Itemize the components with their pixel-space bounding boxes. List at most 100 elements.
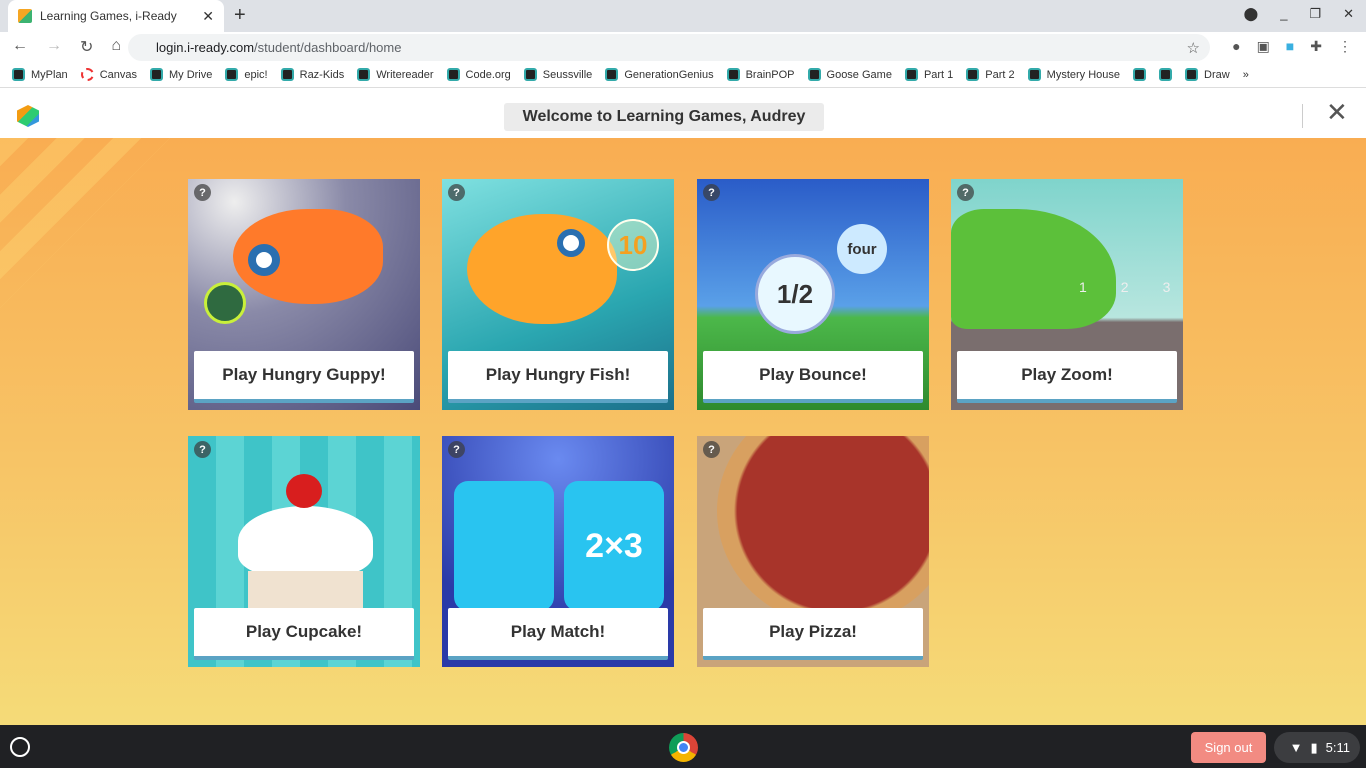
bookmark-favicon-icon	[280, 68, 294, 81]
game-tile-hungry-fish[interactable]: 10 ? Play Hungry Fish!	[442, 179, 674, 410]
sign-out-button[interactable]: Sign out	[1191, 732, 1266, 763]
reload-icon[interactable]: ↻	[80, 37, 93, 57]
cherry-art	[286, 474, 322, 508]
play-hungry-guppy-button[interactable]: Play Hungry Guppy!	[194, 351, 414, 403]
play-pizza-button[interactable]: Play Pizza!	[703, 608, 923, 660]
bookmark-draw[interactable]: Draw	[1185, 68, 1230, 81]
chrome-icon[interactable]	[669, 733, 698, 762]
address-bar[interactable]: login.i-ready.com/student/dashboard/home…	[128, 34, 1210, 61]
game-tile-bounce[interactable]: 1/2 four ? Play Bounce!	[697, 179, 929, 410]
number-bubble: 10	[607, 219, 659, 271]
browser-toolbar: ← → ↻ ⌂ login.i-ready.com/student/dashboard…	[0, 32, 1366, 62]
bookmark-label: Code.org	[465, 68, 511, 81]
game-tile-pizza[interactable]: ? Play Pizza!	[697, 436, 929, 667]
back-icon[interactable]: ←	[12, 37, 28, 57]
minimize-button[interactable]: _	[1280, 6, 1287, 22]
pizza-art	[717, 436, 929, 626]
wifi-icon: ▼	[1289, 740, 1303, 755]
bookmark-favicon-icon	[726, 68, 740, 81]
game-tile-match[interactable]: 2×3 ? Play Match!	[442, 436, 674, 667]
bookmark-label: Canvas	[99, 68, 137, 81]
system-tray[interactable]: ▼ ▮ 5:11	[1274, 732, 1360, 763]
play-cupcake-button[interactable]: Play Cupcake!	[194, 608, 414, 660]
help-icon[interactable]: ?	[703, 441, 720, 458]
bookmark-favicon-icon	[446, 68, 460, 81]
extension-icon[interactable]: ●	[1232, 38, 1240, 55]
game-tile-cupcake[interactable]: ? Play Cupcake!	[188, 436, 420, 667]
play-zoom-button[interactable]: Play Zoom!	[957, 351, 1177, 403]
bookmark-star-icon[interactable]: ☆	[1187, 39, 1200, 57]
cast-icon[interactable]: ▣	[1257, 38, 1270, 55]
play-bounce-button[interactable]: Play Bounce!	[703, 351, 923, 403]
close-window-button[interactable]: ✕	[1343, 6, 1354, 22]
bookmark-part-2[interactable]: Part 2	[966, 68, 1015, 81]
bookmark-favicon-icon	[149, 68, 163, 81]
launcher-icon[interactable]	[10, 737, 30, 757]
bookmark-favicon-icon	[225, 68, 239, 81]
bookmark-seussville[interactable]: Seussville	[523, 68, 593, 81]
bookmark-label: MyPlan	[31, 68, 68, 81]
bookmark-favicon-icon	[80, 68, 94, 81]
profile-icon[interactable]: ⬤	[1244, 6, 1259, 22]
multiplication-card: 2×3	[564, 481, 664, 611]
bookmark-part-1[interactable]: Part 1	[904, 68, 953, 81]
bookmark-favicon-icon	[966, 68, 980, 81]
bookmark-my-drive[interactable]: My Drive	[149, 68, 212, 81]
bookmark-label: Writereader	[376, 68, 434, 81]
bookmark-myplan[interactable]: MyPlan	[12, 68, 68, 81]
bookmark-brainpop[interactable]: BrainPOP	[726, 68, 795, 81]
clock: 5:11	[1325, 740, 1350, 755]
bookmark-goose-game[interactable]: Goose Game	[807, 68, 892, 81]
url-host: login.i-ready.com	[156, 40, 255, 55]
bookmark-generationgenius[interactable]: GenerationGenius	[605, 68, 714, 81]
bookmark-label: GenerationGenius	[624, 68, 714, 81]
bookmark-item-14[interactable]	[1133, 68, 1147, 81]
menu-icon[interactable]: ⋮	[1338, 38, 1352, 55]
bookmark-label: Part 2	[985, 68, 1015, 81]
bookmark-favicon-icon	[904, 68, 918, 81]
bookmark-favicon-icon	[357, 68, 371, 81]
maximize-button[interactable]: ❐	[1309, 6, 1321, 22]
more-bookmarks-icon[interactable]: »	[1243, 69, 1249, 81]
app-header: Welcome to Learning Games, Audrey ✕	[0, 89, 1366, 138]
bookmark-raz-kids[interactable]: Raz-Kids	[280, 68, 344, 81]
games-area: ? Play Hungry Guppy! 10 ? Play Hungry Fi…	[0, 138, 1366, 725]
bookmark-label: Goose Game	[826, 68, 892, 81]
bookmark-label: epic!	[244, 68, 268, 81]
bookmark-item-15[interactable]	[1159, 68, 1173, 81]
bookmark-label: Seussville	[542, 68, 593, 81]
bookmark-canvas[interactable]: Canvas	[80, 68, 137, 81]
home-icon[interactable]: ⌂	[111, 37, 121, 57]
browser-tab[interactable]: Learning Games, i-Ready ✕	[8, 0, 224, 32]
new-tab-button[interactable]: +	[234, 4, 246, 27]
frog-art	[951, 209, 1116, 329]
close-tab-icon[interactable]: ✕	[202, 8, 214, 25]
game-tile-hungry-guppy[interactable]: ? Play Hungry Guppy!	[188, 179, 420, 410]
forward-icon[interactable]: →	[46, 37, 62, 57]
frosting-art	[238, 506, 373, 576]
decorative-triangles	[0, 138, 170, 308]
dots-card	[454, 481, 554, 611]
bookmark-label: BrainPOP	[745, 68, 795, 81]
close-icon[interactable]: ✕	[1326, 97, 1348, 128]
extensions-puzzle-icon[interactable]: ✚	[1310, 38, 1322, 55]
bookmark-favicon-icon	[1159, 68, 1173, 81]
bookmark-label: Draw	[1204, 68, 1230, 81]
cloud-extension-icon[interactable]: ■	[1286, 38, 1294, 55]
bookmark-favicon-icon	[1185, 68, 1199, 81]
help-icon[interactable]: ?	[448, 441, 465, 458]
bookmark-code-org[interactable]: Code.org	[446, 68, 511, 81]
play-match-button[interactable]: Play Match!	[448, 608, 668, 660]
bookmark-epic-[interactable]: epic!	[225, 68, 268, 81]
bookmark-mystery-house[interactable]: Mystery House	[1027, 68, 1120, 81]
play-hungry-fish-button[interactable]: Play Hungry Fish!	[448, 351, 668, 403]
help-icon[interactable]: ?	[448, 184, 465, 201]
bookmark-writereader[interactable]: Writereader	[357, 68, 434, 81]
help-icon[interactable]: ?	[703, 184, 720, 201]
game-tile-zoom[interactable]: 123 ? Play Zoom!	[951, 179, 1183, 410]
help-icon[interactable]: ?	[194, 441, 211, 458]
help-icon[interactable]: ?	[957, 184, 974, 201]
iready-favicon-icon	[18, 9, 32, 23]
help-icon[interactable]: ?	[194, 184, 211, 201]
battery-icon: ▮	[1310, 739, 1318, 755]
